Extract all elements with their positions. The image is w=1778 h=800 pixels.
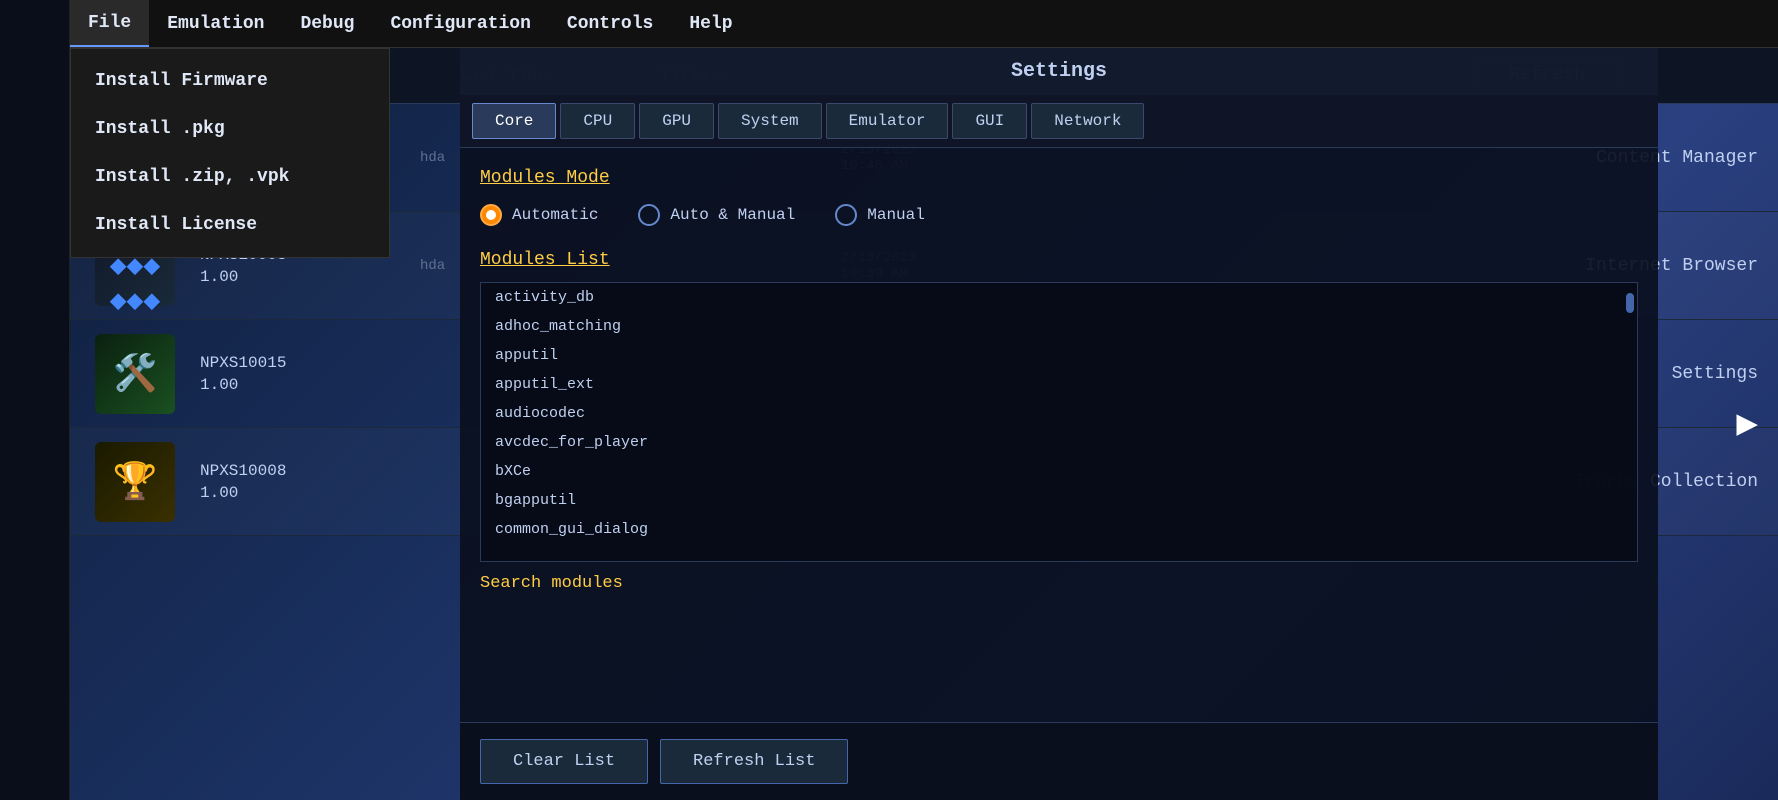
search-modules-label: Search modules — [480, 562, 1638, 593]
tab-cpu[interactable]: CPU — [560, 103, 635, 139]
menu-configuration[interactable]: Configuration — [372, 0, 548, 47]
menu-install-zip[interactable]: Install .zip, .vpk — [71, 153, 389, 201]
menu-debug[interactable]: Debug — [282, 0, 372, 47]
settings-tabs: Core CPU GPU System Emulator GUI Network — [460, 95, 1658, 148]
tab-gpu[interactable]: GPU — [639, 103, 714, 139]
list-item[interactable]: activity_db — [481, 283, 1637, 312]
settings-title: Settings — [460, 48, 1658, 95]
menu-controls[interactable]: Controls — [549, 0, 671, 47]
game-version: 1.00 — [200, 268, 400, 286]
left-sidebar — [0, 0, 70, 800]
settings-footer: Clear List Refresh List — [460, 722, 1658, 800]
scrollbar-thumb[interactable] — [1626, 293, 1634, 313]
menu-help[interactable]: Help — [671, 0, 750, 47]
list-item[interactable]: apputil_ext — [481, 370, 1637, 399]
modules-mode-options: Automatic Auto & Manual Manual — [480, 204, 1638, 226]
tab-core[interactable]: Core — [472, 103, 556, 139]
game-icon: 🏆 — [90, 437, 180, 527]
list-item[interactable]: adhoc_matching — [481, 312, 1637, 341]
modules-list[interactable]: activity_db adhoc_matching apputil apput… — [480, 282, 1638, 562]
list-item[interactable]: avcdec_for_player — [481, 428, 1637, 457]
radio-circle-auto-manual — [638, 204, 660, 226]
game-info: NPXS10015 1.00 — [200, 354, 400, 394]
tab-emulator[interactable]: Emulator — [826, 103, 949, 139]
radio-auto-manual[interactable]: Auto & Manual — [638, 204, 795, 226]
list-item[interactable]: bgapputil — [481, 486, 1637, 515]
game-version: 1.00 — [200, 376, 400, 394]
list-item[interactable]: apputil — [481, 341, 1637, 370]
tab-gui[interactable]: GUI — [952, 103, 1027, 139]
modules-list-label: Modules List — [480, 250, 1638, 270]
game-info: NPXS10008 1.00 — [200, 462, 400, 502]
menu-file[interactable]: File — [70, 0, 149, 47]
radio-automatic[interactable]: Automatic — [480, 204, 598, 226]
menu-install-firmware[interactable]: Install Firmware — [71, 57, 389, 105]
settings-content: Modules Mode Automatic Auto & Manual Man… — [460, 148, 1658, 722]
refresh-list-button[interactable]: Refresh List — [660, 739, 848, 784]
list-item[interactable]: bXCe — [481, 457, 1637, 486]
file-dropdown-menu: Install Firmware Install .pkg Install .z… — [70, 48, 390, 258]
game-code: NPXS10008 — [200, 462, 400, 480]
game-icon: 🛠️ — [90, 329, 180, 419]
modules-mode-label: Modules Mode — [480, 168, 1638, 188]
list-item[interactable]: common_gui_dialog — [481, 515, 1637, 544]
menu-install-license[interactable]: Install License — [71, 201, 389, 249]
tab-system[interactable]: System — [718, 103, 822, 139]
right-arrow-button[interactable]: ▶ — [1736, 403, 1758, 446]
settings-panel: Settings Core CPU GPU System Emulator GU… — [460, 48, 1658, 800]
radio-circle-manual — [835, 204, 857, 226]
radio-manual[interactable]: Manual — [835, 204, 925, 226]
game-version: 1.00 — [200, 484, 400, 502]
menubar: File Emulation Debug Configuration Contr… — [70, 0, 1778, 48]
menu-install-pkg[interactable]: Install .pkg — [71, 105, 389, 153]
list-item[interactable]: audiocodec — [481, 399, 1637, 428]
game-code: NPXS10015 — [200, 354, 400, 372]
radio-circle-automatic — [480, 204, 502, 226]
tab-network[interactable]: Network — [1031, 103, 1144, 139]
menu-emulation[interactable]: Emulation — [149, 0, 282, 47]
clear-list-button[interactable]: Clear List — [480, 739, 648, 784]
radio-dot — [486, 210, 496, 220]
